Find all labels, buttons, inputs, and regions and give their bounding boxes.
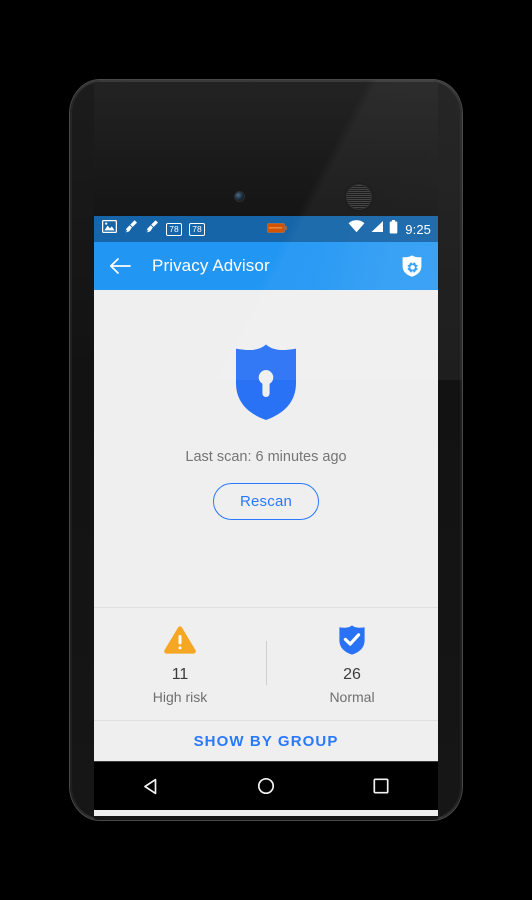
front-camera-icon — [235, 192, 244, 201]
rescan-button[interactable]: Rescan — [212, 483, 320, 520]
last-scan-text: Last scan: 6 minutes ago — [185, 449, 347, 465]
phone-chin — [94, 816, 438, 820]
earpiece-speaker-icon — [346, 184, 372, 210]
page-title: Privacy Advisor — [152, 256, 270, 275]
stat-label: Normal — [329, 688, 375, 705]
nav-back-icon[interactable] — [128, 763, 174, 809]
nav-home-icon[interactable] — [243, 763, 289, 809]
status-bar-clock: 9:25 — [405, 221, 431, 237]
status-bar-left-icons: 78 78 — [101, 219, 205, 239]
stat-count: 11 — [171, 665, 189, 683]
cellular-signal-icon — [370, 220, 384, 238]
phone-screen: 78 78 9:25 Privacy Advisor Last scan: 6 … — [94, 216, 438, 816]
warning-triangle-icon — [163, 624, 197, 656]
stat-high-risk[interactable]: 11 High risk — [94, 624, 266, 705]
badge-icon: 78 — [166, 222, 182, 236]
nav-recents-icon[interactable] — [358, 763, 404, 809]
battery-low-icon — [266, 220, 287, 238]
stats-row: 11 High risk 26 Normal — [94, 608, 438, 721]
wifi-icon — [348, 220, 365, 238]
shield-lock-icon — [228, 338, 304, 429]
status-bar: 78 78 9:25 — [94, 216, 438, 242]
cleaner-brush-icon — [145, 219, 159, 239]
cleaner-brush-icon — [124, 219, 138, 239]
back-arrow-icon[interactable] — [106, 252, 134, 280]
status-bar-right-icons: 9:25 — [348, 219, 431, 239]
image-icon — [101, 219, 118, 238]
phone-forehead — [94, 82, 438, 216]
stats-divider — [266, 641, 267, 685]
show-by-group-button[interactable]: SHOW BY GROUP — [94, 721, 438, 761]
app-bar: Privacy Advisor — [94, 242, 438, 290]
stat-count: 26 — [343, 665, 361, 683]
battery-icon — [389, 219, 398, 239]
stat-label: High risk — [152, 688, 208, 705]
stat-normal[interactable]: 26 Normal — [266, 624, 438, 705]
badge-icon: 78 — [189, 222, 205, 236]
shield-check-icon — [337, 624, 367, 656]
shield-settings-icon[interactable] — [398, 252, 426, 280]
status-bar-center — [205, 220, 348, 238]
android-nav-bar — [94, 761, 438, 810]
scan-status-panel: Last scan: 6 minutes ago Rescan — [94, 290, 438, 608]
phone-device-frame: 78 78 9:25 Privacy Advisor Last scan: 6 … — [70, 80, 462, 820]
